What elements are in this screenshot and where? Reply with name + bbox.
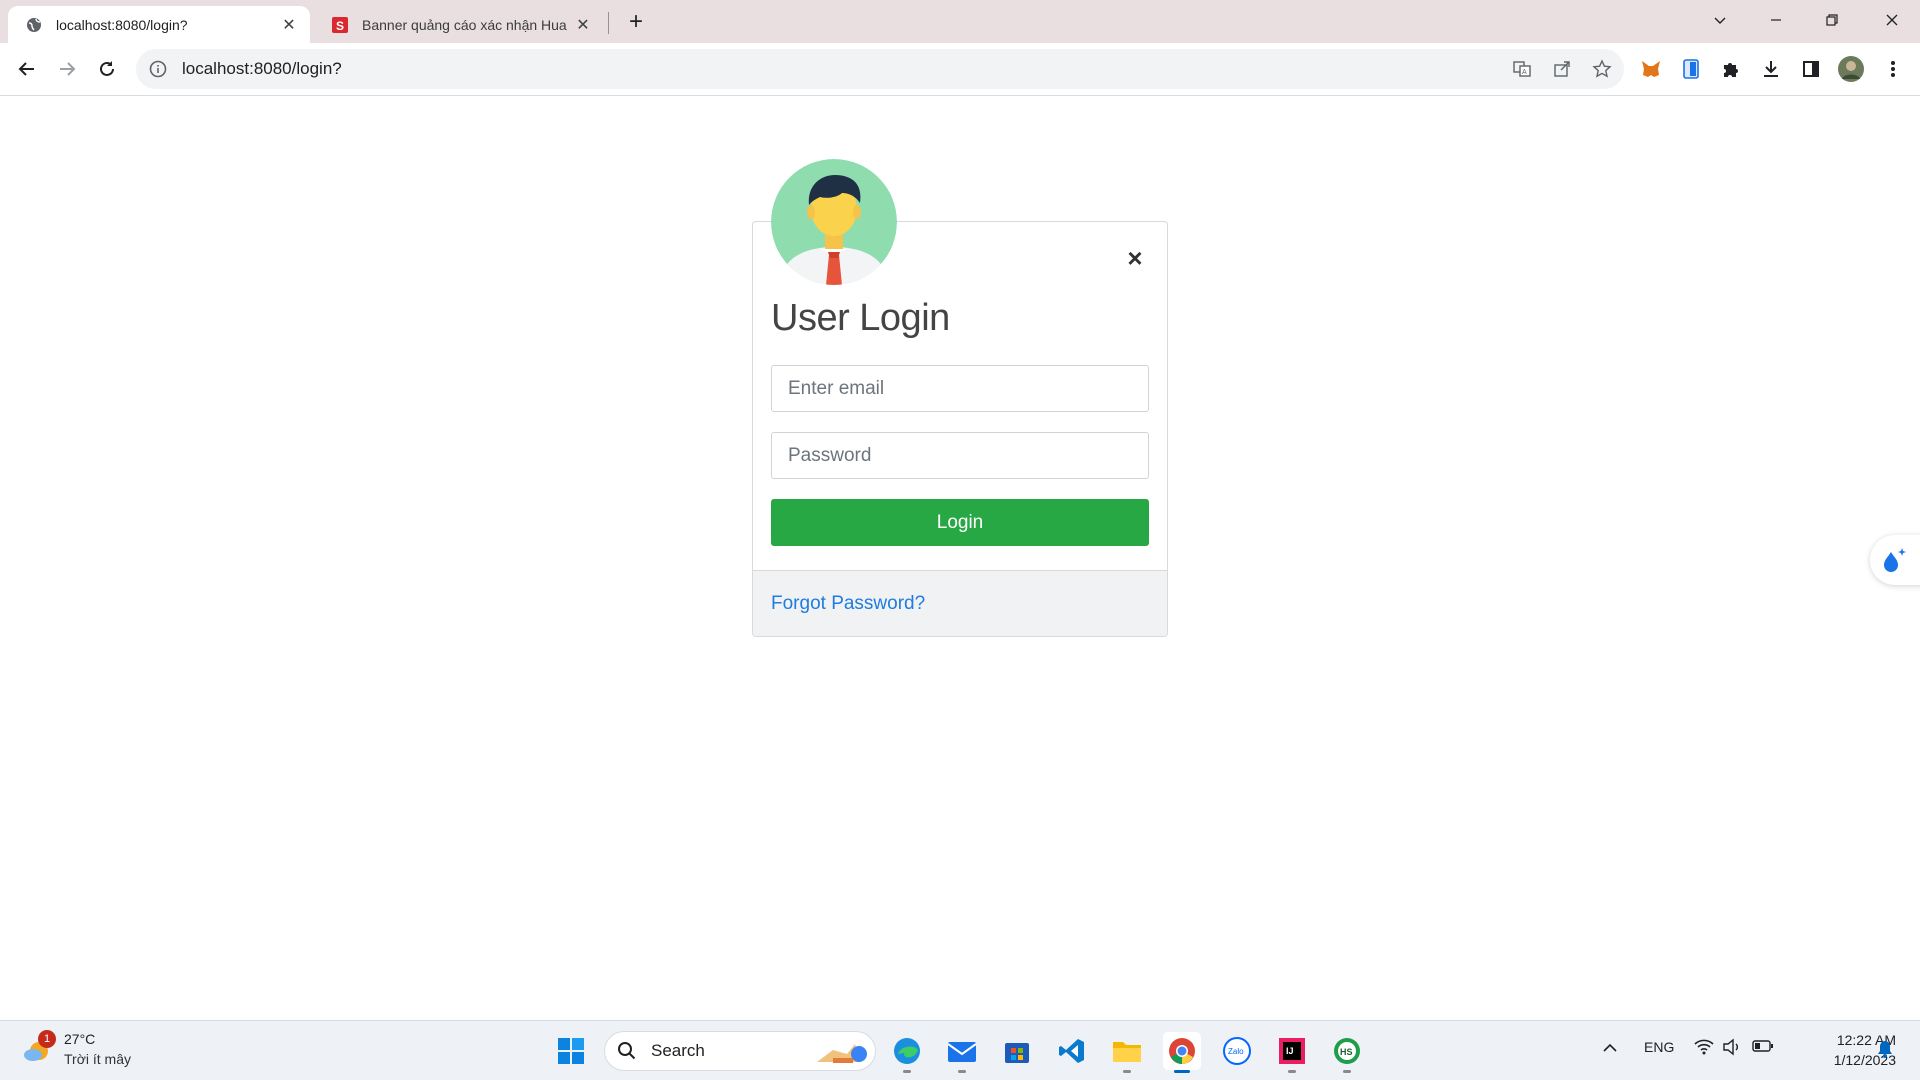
forgot-password-link[interactable]: Forgot Password? <box>771 593 925 615</box>
tab-localhost-login[interactable]: localhost:8080/login? ✕ <box>8 6 310 43</box>
search-icon <box>618 1042 636 1060</box>
vscode-icon[interactable] <box>1053 1032 1091 1070</box>
forward-arrow-icon[interactable] <box>53 55 81 83</box>
share-icon[interactable] <box>1552 59 1572 79</box>
sparkle-drop-icon <box>1884 548 1906 572</box>
taskbar-search-box[interactable]: Search <box>604 1031 876 1071</box>
language-indicator[interactable]: ENG <box>1644 1039 1674 1055</box>
tab-banner[interactable]: S Banner quảng cáo xác nhận Hua ✕ <box>314 6 604 43</box>
reload-icon[interactable] <box>93 55 121 83</box>
volume-icon[interactable] <box>1722 1038 1742 1059</box>
battery-icon[interactable] <box>1752 1039 1774 1056</box>
file-explorer-icon[interactable] <box>1108 1032 1146 1073</box>
site-info-icon[interactable] <box>148 59 168 79</box>
show-hidden-icons-chevron-icon[interactable] <box>1602 1041 1618 1058</box>
tab-close-icon[interactable]: ✕ <box>572 14 594 36</box>
microsoft-store-icon[interactable] <box>998 1032 1036 1070</box>
browser-tab-strip: localhost:8080/login? ✕ S Banner quảng c… <box>0 0 1920 43</box>
notification-bell-icon[interactable] <box>1876 1039 1894 1062</box>
tab-separator <box>608 12 609 34</box>
browser-menu-icon[interactable] <box>1880 56 1906 82</box>
chrome-icon[interactable] <box>1163 1032 1201 1073</box>
weather-condition: Trời ít mây <box>64 1051 131 1067</box>
start-windows-icon[interactable] <box>552 1032 590 1070</box>
back-arrow-icon[interactable] <box>13 55 41 83</box>
side-panel-icon[interactable] <box>1798 56 1824 82</box>
tab-title: Banner quảng cáo xác nhận Hua <box>362 16 567 33</box>
running-indicator <box>958 1070 966 1073</box>
address-bar[interactable]: localhost:8080/login? A <box>136 49 1624 89</box>
svg-text:A: A <box>1522 69 1527 76</box>
mail-icon[interactable] <box>943 1032 981 1073</box>
email-field[interactable] <box>771 365 1149 412</box>
running-indicator <box>1174 1070 1190 1073</box>
page-content: × User Login Login Forgot Password? <box>0 97 1920 1020</box>
running-indicator <box>1123 1070 1131 1073</box>
tab-title: localhost:8080/login? <box>56 16 188 33</box>
new-tab-icon[interactable]: + <box>622 8 650 36</box>
hs-app-icon[interactable]: HS <box>1328 1032 1366 1073</box>
globe-icon <box>27 17 41 32</box>
search-highlight-icon <box>817 1044 867 1063</box>
svg-text:HS: HS <box>1340 1047 1353 1057</box>
notification-badge: 1 <box>38 1030 56 1048</box>
extension-doc-icon[interactable] <box>1678 56 1704 82</box>
windows-taskbar: 1 27°C Trời ít mây Search Zalo IJ HS ENG… <box>0 1020 1920 1080</box>
weather-widget[interactable]: 1 27°C Trời ít mây <box>22 1030 172 1072</box>
minimize-icon[interactable] <box>1748 0 1804 40</box>
site-s-icon: S <box>332 16 348 33</box>
page-title: User Login <box>771 297 950 339</box>
url-text: localhost:8080/login? <box>182 59 342 78</box>
intellij-icon[interactable]: IJ <box>1273 1032 1311 1073</box>
restore-icon[interactable] <box>1804 0 1860 40</box>
svg-text:S: S <box>336 19 344 33</box>
translate-icon[interactable]: A <box>1512 59 1532 79</box>
bookmark-star-icon[interactable] <box>1592 59 1612 79</box>
search-label: Search <box>651 1041 705 1060</box>
wifi-icon[interactable] <box>1694 1038 1714 1059</box>
edge-icon[interactable] <box>888 1032 926 1073</box>
running-indicator <box>1343 1070 1351 1073</box>
running-indicator <box>1288 1070 1296 1073</box>
weather-temp: 27°C <box>64 1031 96 1047</box>
close-window-icon[interactable] <box>1864 0 1920 40</box>
extensions-puzzle-icon[interactable] <box>1718 56 1744 82</box>
zalo-icon[interactable]: Zalo <box>1218 1032 1256 1070</box>
login-button[interactable]: Login <box>771 499 1149 546</box>
download-icon[interactable] <box>1758 56 1784 82</box>
password-field[interactable] <box>771 432 1149 479</box>
close-icon[interactable]: × <box>1124 245 1146 271</box>
running-indicator <box>903 1070 911 1073</box>
tab-close-icon[interactable]: ✕ <box>278 14 300 36</box>
browser-toolbar: localhost:8080/login? A <box>0 43 1920 96</box>
metamask-fox-icon[interactable] <box>1638 56 1664 82</box>
tab-search-chevron-icon[interactable] <box>1692 0 1748 40</box>
user-avatar <box>771 159 897 285</box>
svg-text:IJ: IJ <box>1286 1046 1294 1056</box>
sidebar-assistant-button[interactable] <box>1870 535 1920 585</box>
profile-avatar[interactable] <box>1838 56 1864 82</box>
svg-text:Zalo: Zalo <box>1228 1047 1244 1056</box>
